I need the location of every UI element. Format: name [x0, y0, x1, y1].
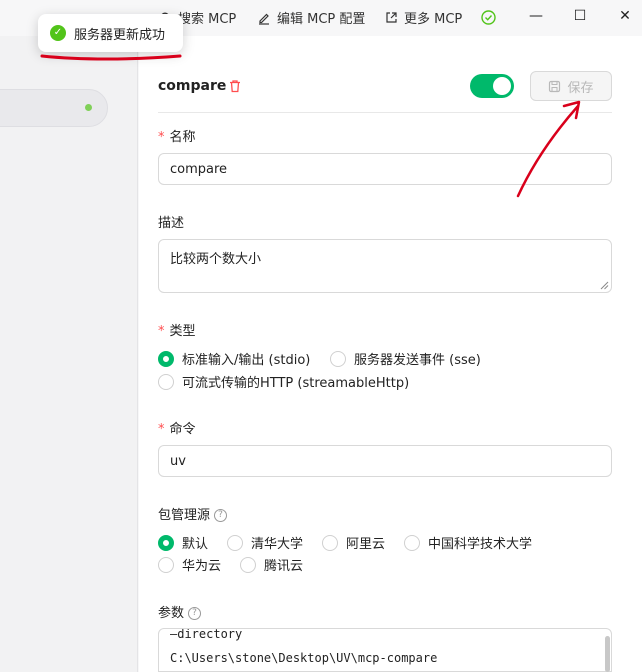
type-option-streamable-http[interactable]: 可流式传输的HTTP (streamableHttp): [158, 372, 409, 391]
toggle-knob: [493, 77, 511, 95]
resize-handle-icon[interactable]: [600, 281, 609, 290]
required-mark: *: [158, 422, 165, 437]
source-option-label: 阿里云: [346, 537, 386, 552]
name-label: * 名称: [158, 126, 196, 145]
help-icon[interactable]: ?: [214, 509, 228, 522]
more-mcp-label: 更多 MCP: [404, 12, 463, 27]
source-option-label: 中国科学技术大学: [428, 537, 533, 552]
command-label-text: 命令: [169, 422, 196, 437]
args-label: 参数?: [158, 602, 202, 621]
package-source-label: 包管理源?: [158, 504, 228, 523]
radio-icon: [404, 534, 420, 551]
save-icon: [549, 80, 561, 92]
args-label-text: 参数: [158, 606, 185, 621]
search-mcp-label: 搜索 MCP: [178, 12, 237, 27]
radio-icon: [227, 534, 243, 551]
maximize-button[interactable]: ☐: [570, 8, 590, 24]
required-mark: *: [158, 324, 165, 339]
more-mcp-button[interactable]: 更多 MCP: [385, 8, 462, 27]
save-label: 保存: [567, 80, 594, 96]
radio-icon: [330, 350, 346, 367]
server-enabled-toggle[interactable]: [470, 74, 514, 98]
radio-selected-icon: [158, 350, 174, 367]
description-textarea[interactable]: 比较两个数大小: [158, 239, 612, 293]
radio-icon: [240, 556, 256, 573]
success-check-icon: ✓: [50, 25, 66, 41]
type-option-label: 服务器发送事件 (sse): [354, 353, 481, 368]
source-option-tencent[interactable]: 腾讯云: [240, 555, 303, 574]
header-divider: [158, 112, 612, 113]
source-option-default[interactable]: 默认: [158, 533, 208, 552]
trash-icon[interactable]: [228, 79, 242, 93]
radio-selected-icon: [158, 534, 174, 551]
name-label-text: 名称: [169, 130, 196, 145]
server-list-panel: [0, 36, 138, 672]
description-text: 比较两个数大小: [170, 252, 262, 267]
type-option-label: 标准输入/输出 (stdio): [182, 353, 311, 368]
server-name-heading: compare: [158, 78, 227, 94]
source-option-aliyun[interactable]: 阿里云: [322, 533, 385, 552]
success-toast: ✓ 服务器更新成功: [38, 14, 183, 52]
external-link-icon: [386, 12, 397, 23]
type-option-label: 可流式传输的HTTP (streamableHttp): [182, 376, 410, 391]
source-option-label: 华为云: [182, 559, 222, 574]
source-option-label: 清华大学: [251, 537, 304, 552]
command-input[interactable]: uv: [158, 445, 612, 477]
toast-message: 服务器更新成功: [74, 27, 166, 43]
package-source-label-text: 包管理源: [158, 508, 211, 523]
type-label: * 类型: [158, 320, 196, 339]
name-input[interactable]: compare: [158, 153, 612, 185]
args-line: —directory: [170, 628, 243, 641]
source-option-tsinghua[interactable]: 清华大学: [227, 533, 303, 552]
args-textarea[interactable]: —directory C:\Users\stone\Desktop\UV\mcp…: [158, 628, 612, 672]
source-option-ustc[interactable]: 中国科学技术大学: [404, 533, 532, 552]
radio-icon: [158, 373, 174, 390]
type-option-sse[interactable]: 服务器发送事件 (sse): [330, 349, 481, 368]
type-option-stdio[interactable]: 标准输入/输出 (stdio): [158, 349, 310, 368]
radio-icon: [322, 534, 338, 551]
source-option-huawei[interactable]: 华为云: [158, 555, 221, 574]
edit-icon: [259, 13, 269, 25]
required-mark: *: [158, 130, 165, 145]
command-label: * 命令: [158, 418, 196, 437]
source-option-label: 腾讯云: [264, 559, 304, 574]
save-button[interactable]: 保存: [530, 71, 612, 101]
radio-icon: [158, 556, 174, 573]
server-status-dot: [85, 104, 92, 111]
edit-mcp-config-button[interactable]: 编辑 MCP 配置: [257, 8, 365, 27]
args-line: C:\Users\stone\Desktop\UV\mcp-compare: [170, 651, 438, 665]
edit-mcp-config-label: 编辑 MCP 配置: [277, 12, 366, 27]
minimize-button[interactable]: —: [526, 8, 546, 24]
description-label: 描述: [158, 216, 185, 231]
type-label-text: 类型: [169, 324, 196, 339]
args-scrollbar[interactable]: [605, 636, 610, 672]
close-window-button[interactable]: ✕: [615, 8, 635, 24]
help-icon[interactable]: ?: [188, 607, 202, 620]
check-circle-icon[interactable]: [481, 10, 496, 25]
source-option-label: 默认: [182, 537, 209, 552]
